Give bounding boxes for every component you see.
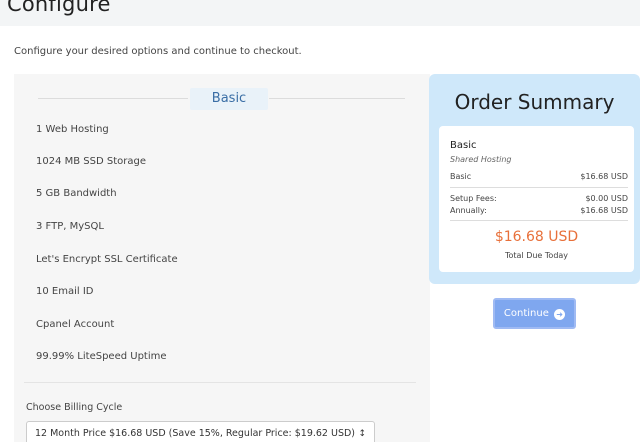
- feature-item: 99.99% LiteSpeed Uptime: [36, 351, 167, 362]
- summary-line-value: $16.68 USD: [580, 172, 628, 181]
- order-summary-title: Order Summary: [454, 90, 615, 114]
- summary-annually-label: Annually:: [450, 206, 487, 215]
- summary-line-label: Basic: [450, 172, 472, 181]
- feature-item: 10 Email ID: [36, 286, 94, 297]
- page-subtitle: Configure your desired options and conti…: [14, 46, 302, 57]
- feature-item: Let's Encrypt SSL Certificate: [36, 254, 178, 265]
- summary-total: $16.68 USD: [494, 229, 579, 245]
- product-name: Basic: [190, 88, 268, 110]
- billing-cycle-label: Choose Billing Cycle: [26, 402, 123, 413]
- divider-left: [38, 98, 188, 99]
- summary-product-group: Shared Hosting: [450, 155, 512, 164]
- summary-annually-row: Annually: $16.68 USD: [450, 206, 628, 215]
- arrow-circle-right-icon: ➜: [554, 309, 566, 320]
- summary-line-item: Basic $16.68 USD: [450, 172, 628, 181]
- feature-item: 1 Web Hosting: [36, 124, 109, 135]
- divider-right: [269, 98, 405, 99]
- page-title: Configure: [7, 0, 111, 16]
- feature-item: 5 GB Bandwidth: [36, 188, 117, 199]
- order-summary-card: Basic Shared Hosting Basic $16.68 USD Se…: [439, 126, 634, 272]
- product-panel: Basic 1 Web Hosting 1024 MB SSD Storage …: [14, 74, 430, 442]
- feature-item: Cpanel Account: [36, 319, 115, 330]
- continue-label: Continue: [503, 308, 549, 319]
- panel-separator: [24, 382, 416, 383]
- billing-cycle-value: 12 Month Price $16.68 USD (Save 15%, Reg…: [35, 428, 355, 439]
- summary-setup-label: Setup Fees:: [450, 194, 497, 203]
- select-caret-icon: ↕: [358, 429, 366, 439]
- summary-setup-row: Setup Fees: $0.00 USD: [450, 194, 628, 203]
- order-summary: Order Summary Basic Shared Hosting Basic…: [429, 74, 640, 284]
- summary-total-label: Total Due Today: [504, 251, 569, 260]
- summary-annually-value: $16.68 USD: [580, 206, 628, 215]
- summary-product-name: Basic: [450, 140, 477, 151]
- continue-button[interactable]: Continue ➜: [493, 298, 576, 329]
- summary-divider: [450, 220, 628, 221]
- billing-cycle-select[interactable]: 12 Month Price $16.68 USD (Save 15%, Reg…: [26, 421, 375, 442]
- feature-item: 3 FTP, MySQL: [36, 221, 104, 232]
- feature-item: 1024 MB SSD Storage: [36, 156, 146, 167]
- summary-setup-value: $0.00 USD: [585, 194, 628, 203]
- summary-divider: [450, 187, 628, 188]
